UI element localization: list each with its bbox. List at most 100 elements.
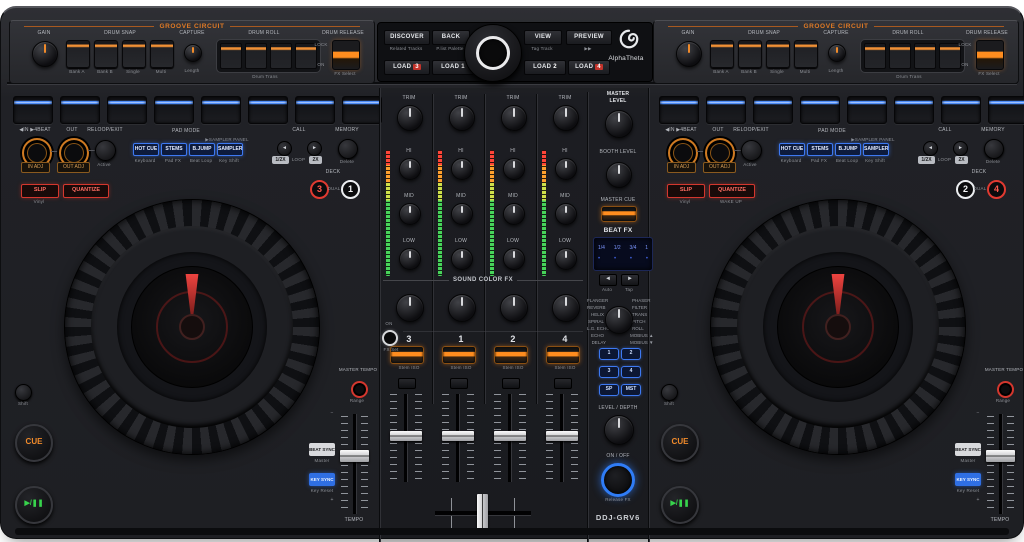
drum-snap-multi-button[interactable] xyxy=(794,40,818,68)
performance-pad-7[interactable] xyxy=(295,96,335,124)
eq-low-knob[interactable] xyxy=(451,248,473,270)
drum-roll-pad[interactable] xyxy=(864,43,886,69)
reloop-exit-button[interactable] xyxy=(741,140,762,161)
discover-button[interactable]: DISCOVER xyxy=(384,30,430,45)
deck-number-right[interactable]: 1 xyxy=(341,180,360,199)
color-fx-on-button[interactable] xyxy=(382,330,398,346)
master-tempo-button[interactable] xyxy=(997,381,1014,398)
memory-button[interactable] xyxy=(984,139,1004,159)
fx-assign-1-button[interactable]: 1 xyxy=(599,348,619,360)
call-back-button[interactable]: ◄ xyxy=(923,141,938,156)
memory-button[interactable] xyxy=(338,139,358,159)
pad-mode-beat-jump-button[interactable]: B.JUMP xyxy=(189,143,215,156)
tempo-fader-cap[interactable] xyxy=(340,450,369,462)
crossfader-cap[interactable] xyxy=(477,494,488,532)
eq-low-knob[interactable] xyxy=(555,248,577,270)
eq-hi-knob[interactable] xyxy=(451,158,473,180)
pad-mode-sampler-button[interactable]: SAMPLER xyxy=(863,143,889,156)
shift-button[interactable] xyxy=(15,384,32,401)
fx-assign-4-button[interactable]: 4 xyxy=(621,366,641,378)
trim-knob[interactable] xyxy=(553,105,579,131)
performance-pad-2[interactable] xyxy=(706,96,746,124)
cue-button[interactable]: CUE xyxy=(15,424,53,462)
preview-button[interactable]: PREVIEW xyxy=(566,30,612,45)
performance-pad-4[interactable] xyxy=(800,96,840,124)
beat-back-button[interactable]: ◄ xyxy=(599,274,617,286)
headphone-cue-button[interactable] xyxy=(502,378,520,389)
drum-roll-pad[interactable] xyxy=(914,43,936,69)
beat-forward-button[interactable]: ► xyxy=(621,274,639,286)
slip-button[interactable]: SLIP xyxy=(667,184,705,198)
capture-length-knob[interactable] xyxy=(828,44,846,62)
performance-pad-7[interactable] xyxy=(941,96,981,124)
channel-fader-cap[interactable] xyxy=(390,431,422,441)
master-cue-button[interactable] xyxy=(601,206,637,222)
booth-level-knob[interactable] xyxy=(606,162,632,188)
drum-roll-pad[interactable] xyxy=(220,43,242,69)
performance-pad-3[interactable] xyxy=(107,96,147,124)
call-back-button[interactable]: ◄ xyxy=(277,141,292,156)
drum-roll-pad[interactable] xyxy=(889,43,911,69)
performance-pad-2[interactable] xyxy=(60,96,100,124)
master-tempo-button[interactable] xyxy=(351,381,368,398)
performance-pad-3[interactable] xyxy=(753,96,793,124)
slip-button[interactable]: SLIP xyxy=(21,184,59,198)
beat-fx-select-knob[interactable] xyxy=(605,306,633,334)
trim-knob[interactable] xyxy=(501,105,527,131)
browse-encoder[interactable] xyxy=(464,24,522,82)
drum-snap-bank-a-button[interactable] xyxy=(710,40,734,68)
headphone-cue-button[interactable] xyxy=(450,378,468,389)
pad-mode-hot-cue-button[interactable]: HOT CUE xyxy=(133,143,159,156)
stem-iso-pad[interactable] xyxy=(442,346,476,364)
back-button[interactable]: BACK xyxy=(432,30,470,45)
call-forward-button[interactable]: ► xyxy=(953,141,968,156)
sound-color-fx-knob[interactable] xyxy=(500,294,528,322)
fx-assign-3-button[interactable]: 3 xyxy=(599,366,619,378)
reloop-exit-button[interactable] xyxy=(95,140,116,161)
drum-release-pad[interactable] xyxy=(332,40,360,70)
load-2-button[interactable]: LOAD2 xyxy=(524,60,566,75)
fx-assign-mst-button[interactable]: MST xyxy=(621,384,641,396)
channel-fader-cap[interactable] xyxy=(442,431,474,441)
stem-iso-pad[interactable] xyxy=(494,346,528,364)
performance-pad-6[interactable] xyxy=(248,96,288,124)
key-sync-button[interactable]: KEY SYNC xyxy=(955,473,981,486)
jog-wheel[interactable] xyxy=(64,199,320,455)
headphone-cue-button[interactable] xyxy=(554,378,572,389)
trim-knob[interactable] xyxy=(449,105,475,131)
performance-pad-6[interactable] xyxy=(894,96,934,124)
pad-mode-stems-button[interactable]: STEMS xyxy=(807,143,833,156)
capture-length-knob[interactable] xyxy=(184,44,202,62)
gain-knob[interactable] xyxy=(32,41,58,67)
load-4-button[interactable]: LOAD4 xyxy=(568,60,610,75)
eq-mid-knob[interactable] xyxy=(503,203,525,225)
performance-pad-1[interactable] xyxy=(659,96,699,124)
pad-mode-stems-button[interactable]: STEMS xyxy=(161,143,187,156)
drum-roll-pad[interactable] xyxy=(270,43,292,69)
performance-pad-1[interactable] xyxy=(13,96,53,124)
drum-snap-bank-a-button[interactable] xyxy=(66,40,90,68)
tempo-fader-cap[interactable] xyxy=(986,450,1015,462)
eq-mid-knob[interactable] xyxy=(399,203,421,225)
eq-low-knob[interactable] xyxy=(503,248,525,270)
fx-assign-2-button[interactable]: 2 xyxy=(621,348,641,360)
headphone-cue-button[interactable] xyxy=(398,378,416,389)
beat-sync-button[interactable]: BEAT SYNC xyxy=(955,443,981,456)
sound-color-fx-knob[interactable] xyxy=(552,294,580,322)
eq-hi-knob[interactable] xyxy=(555,158,577,180)
beat-sync-button[interactable]: BEAT SYNC xyxy=(309,443,335,456)
quantize-button[interactable]: QUANTIZE xyxy=(63,184,109,198)
trim-knob[interactable] xyxy=(397,105,423,131)
level-depth-knob[interactable] xyxy=(604,415,634,445)
play-pause-button[interactable]: ▶/❚❚ xyxy=(661,486,699,524)
load-3-button[interactable]: LOAD3 xyxy=(384,60,430,75)
drum-snap-multi-button[interactable] xyxy=(150,40,174,68)
play-pause-button[interactable]: ▶/❚❚ xyxy=(15,486,53,524)
drum-snap-single-button[interactable] xyxy=(766,40,790,68)
stem-iso-pad[interactable] xyxy=(546,346,580,364)
gain-knob[interactable] xyxy=(676,41,702,67)
cue-button[interactable]: CUE xyxy=(661,424,699,462)
eq-low-knob[interactable] xyxy=(399,248,421,270)
eq-mid-knob[interactable] xyxy=(555,203,577,225)
drum-roll-pad[interactable] xyxy=(245,43,267,69)
